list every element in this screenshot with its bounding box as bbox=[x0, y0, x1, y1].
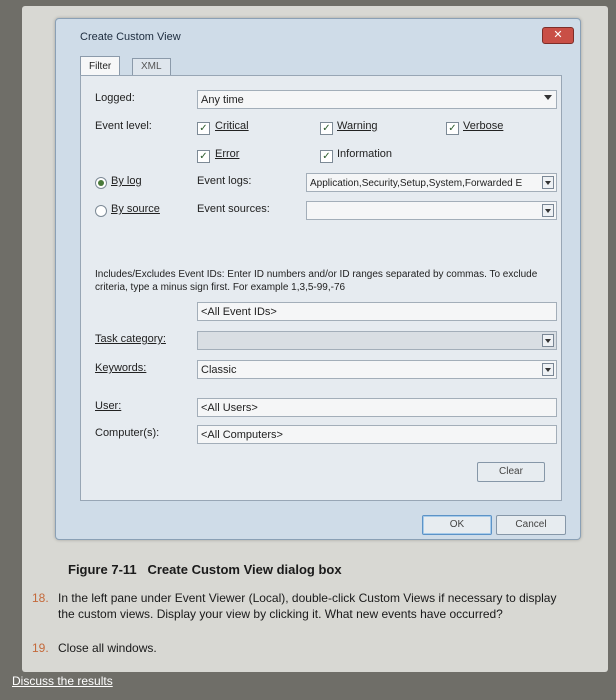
critical-checkbox[interactable]: ✓ bbox=[197, 122, 210, 135]
check-icon: ✓ bbox=[199, 151, 208, 162]
user-label: User: bbox=[95, 400, 122, 412]
event-sources-dropdown[interactable] bbox=[306, 201, 557, 220]
ok-button[interactable]: OK bbox=[422, 515, 492, 535]
computers-input[interactable]: <All Computers> bbox=[197, 425, 557, 444]
by-log-radio[interactable] bbox=[95, 177, 107, 189]
by-log-label: By log bbox=[111, 175, 142, 187]
figure-caption-text: Create Custom View dialog box bbox=[147, 562, 342, 577]
chevron-down-icon bbox=[542, 334, 554, 347]
computers-label: Computer(s): bbox=[95, 427, 160, 439]
figure-label: Figure 7-11 bbox=[68, 562, 137, 577]
chevron-down-icon bbox=[542, 176, 554, 189]
computers-value: <All Computers> bbox=[201, 429, 283, 441]
user-value: <All Users> bbox=[201, 402, 258, 414]
information-checkbox[interactable]: ✓ bbox=[320, 150, 333, 163]
logged-dropdown[interactable]: Any time bbox=[197, 90, 557, 109]
information-label: Information bbox=[337, 148, 393, 160]
by-source-label: By source bbox=[111, 203, 160, 215]
logged-label: Logged: bbox=[95, 92, 135, 104]
keywords-dropdown[interactable]: Classic bbox=[197, 360, 557, 379]
event-ids-input[interactable]: <All Event IDs> bbox=[197, 302, 557, 321]
chevron-down-icon bbox=[544, 95, 552, 100]
verbose-label: Verbose bbox=[463, 120, 504, 132]
task-category-dropdown[interactable] bbox=[197, 331, 557, 350]
filter-panel: Logged: Any time Event level: ✓ Critical… bbox=[80, 75, 562, 501]
chevron-down-icon bbox=[542, 204, 554, 217]
step-number: 18. bbox=[32, 591, 49, 605]
create-custom-view-dialog: Create Custom View ✕ Filter XML Logged: … bbox=[55, 18, 581, 540]
cancel-button[interactable]: Cancel bbox=[496, 515, 566, 535]
step-text: In the left pane under Event Viewer (Loc… bbox=[58, 591, 557, 621]
step-number: 19. bbox=[32, 641, 49, 655]
close-icon: ✕ bbox=[553, 29, 563, 41]
warning-label: Warning bbox=[337, 120, 378, 132]
event-logs-value: Application,Security,Setup,System,Forwar… bbox=[310, 178, 523, 189]
user-input[interactable]: <All Users> bbox=[197, 398, 557, 417]
chevron-down-icon bbox=[542, 363, 554, 376]
discuss-results-link[interactable]: Discuss the results bbox=[12, 674, 113, 688]
check-icon: ✓ bbox=[448, 123, 457, 134]
event-ids-description: Includes/Excludes Event IDs: Enter ID nu… bbox=[95, 269, 538, 293]
tab-filter[interactable]: Filter bbox=[80, 56, 121, 76]
warning-checkbox[interactable]: ✓ bbox=[320, 122, 333, 135]
critical-label: Critical bbox=[215, 120, 249, 132]
figure-caption: Figure 7-11 Create Custom View dialog bo… bbox=[68, 562, 342, 577]
tab-xml[interactable]: XML bbox=[132, 58, 171, 75]
textbook-page: Create Custom View ✕ Filter XML Logged: … bbox=[22, 6, 608, 672]
verbose-checkbox[interactable]: ✓ bbox=[446, 122, 459, 135]
check-icon: ✓ bbox=[322, 123, 331, 134]
keywords-value: Classic bbox=[201, 364, 237, 376]
event-ids-value: <All Event IDs> bbox=[201, 306, 277, 318]
by-source-radio[interactable] bbox=[95, 205, 107, 217]
event-logs-dropdown[interactable]: Application,Security,Setup,System,Forwar… bbox=[306, 173, 557, 192]
error-checkbox[interactable]: ✓ bbox=[197, 150, 210, 163]
check-icon: ✓ bbox=[199, 123, 208, 134]
event-level-label: Event level: bbox=[95, 120, 152, 132]
check-icon: ✓ bbox=[322, 151, 331, 162]
error-label: Error bbox=[215, 148, 240, 160]
clear-button[interactable]: Clear bbox=[477, 462, 545, 482]
event-logs-label: Event logs: bbox=[197, 175, 252, 187]
close-button[interactable]: ✕ bbox=[542, 27, 574, 44]
keywords-label: Keywords: bbox=[95, 362, 147, 374]
logged-value: Any time bbox=[201, 94, 244, 106]
step-text: Close all windows. bbox=[58, 641, 157, 655]
event-sources-label: Event sources: bbox=[197, 203, 270, 215]
task-category-label: Task category: bbox=[95, 333, 166, 345]
dialog-title: Create Custom View bbox=[80, 31, 181, 43]
